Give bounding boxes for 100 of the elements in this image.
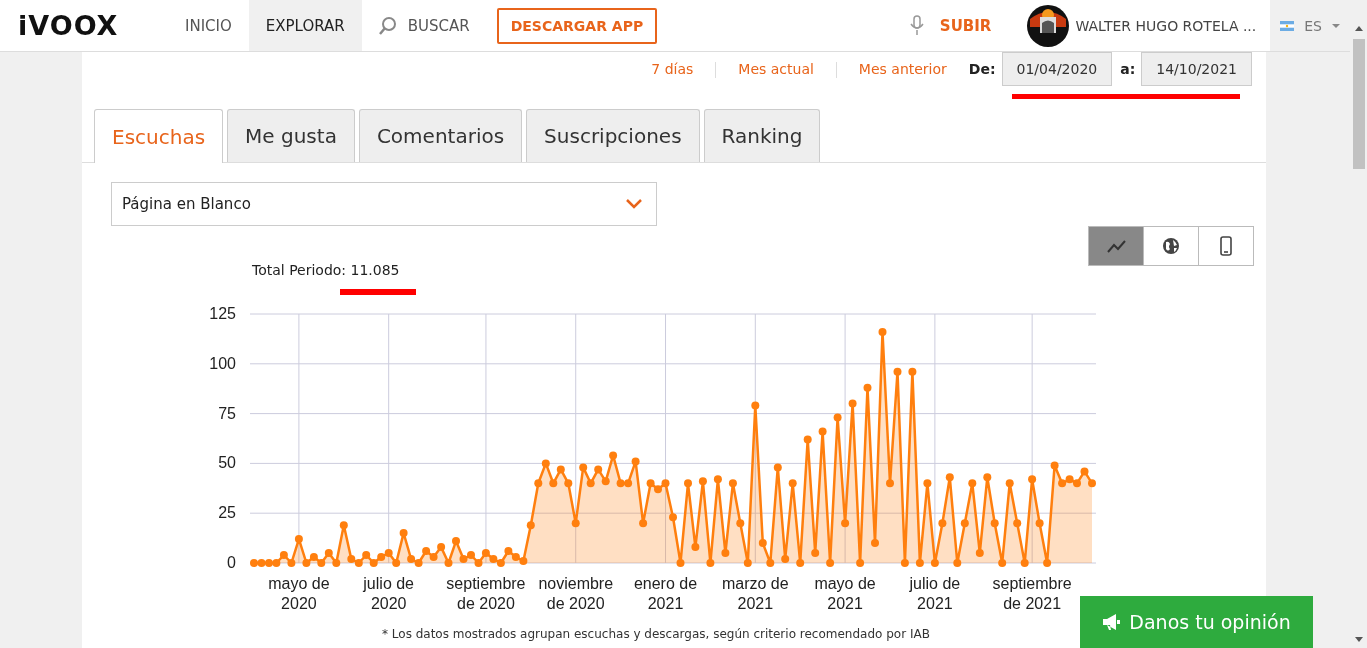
data-point: [1058, 479, 1067, 488]
nav-link[interactable]: EXPLORAR: [248, 0, 362, 51]
user-menu[interactable]: WALTER HUGO ROTELA ...: [1027, 4, 1257, 47]
flag-icon: [1280, 20, 1295, 31]
data-point: [579, 463, 588, 472]
x-axis-label: septiembre de 2021: [992, 575, 1072, 612]
data-point: [1050, 461, 1059, 470]
tab[interactable]: Me gusta: [227, 109, 355, 162]
data-point: [856, 559, 865, 567]
data-point: [526, 521, 535, 530]
user-name: WALTER HUGO ROTELA ...: [1075, 17, 1257, 34]
data-point: [908, 367, 917, 376]
data-point: [332, 559, 341, 567]
data-point: [661, 479, 670, 488]
data-point: [900, 559, 909, 567]
data-point: [676, 559, 685, 567]
to-label: a:: [1120, 61, 1136, 77]
data-point: [639, 519, 648, 528]
x-axis-label: mayo de 2020: [268, 575, 330, 612]
line-chart-icon: [1106, 238, 1126, 254]
data-point: [721, 549, 730, 557]
data-point: [915, 559, 924, 567]
megaphone-icon: [1102, 613, 1122, 631]
tab[interactable]: Suscripciones: [526, 109, 700, 162]
data-point: [1043, 559, 1052, 567]
nav-link[interactable]: INICIO: [168, 0, 249, 51]
data-point: [452, 537, 460, 546]
data-point: [706, 559, 715, 567]
y-axis-label: 100: [209, 354, 236, 372]
avatar-icon: [1027, 4, 1070, 47]
data-point: [646, 479, 655, 488]
data-point: [990, 519, 999, 528]
search-link[interactable]: BUSCAR: [361, 0, 487, 51]
y-axis-label: 25: [218, 504, 236, 522]
logo[interactable]: iVOOX: [18, 10, 168, 41]
y-axis-label: 0: [227, 554, 236, 571]
from-date-field[interactable]: 01/04/2020: [1001, 52, 1113, 86]
data-point: [945, 473, 954, 482]
x-axis-label: julio de 2021: [909, 575, 961, 612]
data-point: [968, 479, 977, 488]
data-point: [736, 519, 745, 528]
x-axis-label: noviembre de 2020: [538, 575, 614, 612]
x-axis-label: julio de 2020: [363, 575, 415, 612]
chart-mode-button[interactable]: [1143, 226, 1199, 266]
data-point: [758, 539, 767, 548]
data-point: [848, 399, 857, 408]
data-point: [324, 549, 333, 557]
data-point: [556, 465, 565, 474]
data-point: [1035, 519, 1044, 528]
to-date-field[interactable]: 14/10/2021: [1141, 52, 1252, 86]
data-point: [893, 367, 902, 376]
tab[interactable]: Ranking: [703, 109, 821, 162]
data-point: [998, 559, 1007, 567]
scroll-down-icon[interactable]: [1354, 637, 1363, 642]
data-point: [766, 559, 775, 567]
chevron-down-icon: [626, 199, 642, 209]
data-point: [743, 559, 752, 567]
data-point: [541, 459, 550, 468]
data-point: [923, 479, 932, 488]
data-point: [594, 465, 603, 474]
language-selector[interactable]: ES: [1270, 0, 1350, 51]
data-point: [444, 559, 453, 567]
y-axis-label: 50: [218, 454, 236, 472]
data-point: [616, 479, 625, 488]
chart-mode-button[interactable]: [1088, 226, 1144, 266]
x-axis-label: mayo de 2021: [814, 575, 876, 612]
y-axis-label: 75: [218, 404, 236, 422]
data-point: [1088, 479, 1096, 488]
scrollbar-thumb[interactable]: [1352, 39, 1365, 169]
data-point: [871, 539, 879, 548]
tab[interactable]: Comentarios: [358, 109, 523, 162]
data-point: [1005, 479, 1014, 488]
search-icon: [378, 16, 398, 35]
podcast-dropdown[interactable]: Página en Blanco: [111, 182, 657, 226]
data-point: [841, 519, 850, 528]
phone-icon: [1220, 236, 1232, 256]
data-point: [549, 479, 558, 488]
x-axis-label: enero de 2021: [633, 575, 698, 612]
x-axis-label: marzo de 2021: [721, 575, 789, 612]
data-point: [571, 519, 580, 528]
data-point: [728, 479, 737, 488]
y-axis-label: 125: [209, 305, 236, 322]
data-point: [392, 559, 401, 567]
data-point: [1065, 475, 1074, 484]
microphone-icon: [909, 15, 924, 36]
data-point: [698, 477, 707, 486]
data-point: [796, 559, 805, 567]
data-point: [886, 479, 894, 488]
data-point: [294, 535, 303, 544]
chart-mode-button[interactable]: [1198, 226, 1254, 266]
data-point: [534, 479, 543, 488]
data-point: [930, 559, 939, 567]
data-point: [878, 327, 887, 336]
caret-icon: [1332, 23, 1340, 28]
data-point: [983, 473, 992, 482]
data-point: [586, 479, 595, 488]
from-label: De:: [968, 61, 996, 77]
scroll-up-icon[interactable]: [1354, 26, 1363, 31]
data-point: [631, 457, 640, 466]
data-point: [437, 543, 446, 552]
